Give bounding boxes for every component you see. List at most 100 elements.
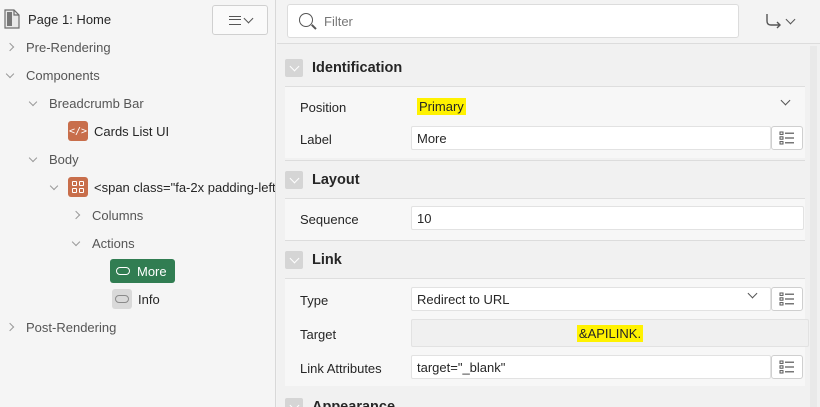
- label-label: Label: [300, 132, 332, 147]
- section-link-header[interactable]: Link: [285, 243, 805, 277]
- tree-node-actions[interactable]: Actions: [70, 232, 135, 254]
- page-icon: [4, 9, 20, 29]
- section-divider: [285, 240, 805, 241]
- label-input[interactable]: More: [411, 126, 771, 150]
- expand-toggle[interactable]: [4, 36, 16, 58]
- collapse-section-toggle[interactable]: [285, 251, 303, 269]
- tree-node-label: Components: [26, 67, 100, 83]
- chevron-down-icon: [28, 97, 38, 106]
- type-quick-pick-button[interactable]: [771, 287, 803, 311]
- chevron-down-icon: [747, 288, 758, 299]
- tree-node-label: Info: [138, 291, 160, 307]
- tree-node-label: Pre-Rendering: [26, 39, 111, 55]
- chevron-right-icon: [71, 210, 81, 220]
- section-identification: Position Primary Label More: [285, 86, 805, 158]
- collapse-toggle[interactable]: [70, 232, 82, 254]
- chevron-right-icon: [5, 322, 15, 332]
- search-icon: [299, 13, 313, 27]
- section-title: Identification: [312, 60, 403, 76]
- chevron-down-icon: [289, 61, 299, 71]
- collapse-section-toggle[interactable]: [285, 398, 303, 407]
- tree-node-post-rendering[interactable]: Post-Rendering: [4, 316, 116, 338]
- expand-toggle[interactable]: [70, 204, 82, 226]
- chevron-right-icon: [5, 42, 15, 52]
- section-link: Type Redirect to URL Target &APILINK. Li…: [285, 278, 809, 386]
- chevron-down-icon: [71, 237, 81, 246]
- tree-node-label: Body: [49, 151, 79, 167]
- tree-node-label: <span class="fa-2x padding-left-r: [94, 179, 276, 195]
- tree-node-label: Breadcrumb Bar: [49, 95, 144, 111]
- rendering-tree: Page 1: Home Pre-Rendering Components Br…: [0, 0, 276, 407]
- page-header: Page 1: Home: [0, 0, 275, 40]
- target-link-builder[interactable]: &APILINK.: [411, 319, 809, 347]
- chevron-down-icon: [289, 173, 299, 183]
- tree-node-label: Columns: [92, 207, 144, 223]
- collapse-section-toggle[interactable]: [285, 171, 303, 189]
- link-attributes-input[interactable]: target="_blank": [411, 355, 771, 379]
- chevron-down-icon: [780, 95, 791, 106]
- goto-icon: [766, 14, 781, 29]
- section-layout: Sequence 10: [285, 198, 805, 240]
- sequence-input[interactable]: 10: [411, 206, 804, 230]
- collapse-section-toggle[interactable]: [285, 59, 303, 77]
- property-editor: Filter Identification Position Primary L…: [277, 0, 820, 407]
- link-attributes-label: Link Attributes: [300, 361, 382, 376]
- label-value: More: [417, 130, 447, 146]
- tree-node-components[interactable]: Components: [4, 64, 100, 86]
- chevron-down-icon: [785, 14, 796, 24]
- position-select[interactable]: Primary: [411, 94, 804, 118]
- tree-node-body[interactable]: Body: [27, 148, 79, 170]
- menu-icon: [228, 15, 241, 25]
- filter-input[interactable]: Filter: [287, 4, 739, 38]
- code-icon: </>: [68, 121, 88, 141]
- section-title: Appearance: [312, 399, 396, 407]
- tree-node-pre-rendering[interactable]: Pre-Rendering: [4, 36, 111, 58]
- collapse-toggle[interactable]: [27, 92, 39, 114]
- collapse-toggle[interactable]: [4, 64, 16, 86]
- tree-menu-button[interactable]: [212, 5, 268, 35]
- list-icon: [779, 131, 794, 145]
- vertical-scrollbar[interactable]: [810, 46, 817, 407]
- tree-node-columns[interactable]: Columns: [70, 204, 143, 226]
- target-label: Target: [300, 327, 337, 342]
- page-title[interactable]: Page 1: Home: [28, 12, 111, 27]
- sequence-label: Sequence: [300, 212, 359, 227]
- tree-node-more-selected[interactable]: More: [110, 259, 175, 283]
- list-icon: [779, 292, 794, 306]
- tree-node-label: Post-Rendering: [26, 319, 117, 335]
- label-quick-pick-button[interactable]: [771, 126, 803, 150]
- tree-node-label: Cards List UI: [94, 123, 170, 139]
- collapse-toggle[interactable]: [48, 176, 60, 198]
- filter-placeholder: Filter: [324, 14, 353, 29]
- type-value: Redirect to URL: [417, 291, 510, 307]
- type-select[interactable]: Redirect to URL: [411, 287, 771, 311]
- tree-node-cards-list-ui[interactable]: </> Cards List UI: [68, 120, 169, 142]
- sequence-value: 10: [417, 210, 432, 226]
- chevron-down-icon: [5, 69, 15, 78]
- link-attributes-value: target="_blank": [417, 359, 506, 375]
- chevron-down-icon: [289, 400, 299, 407]
- filter-bar: Filter: [277, 0, 820, 44]
- tree-node-info[interactable]: Info: [112, 288, 160, 310]
- tree-node-span-region[interactable]: <span class="fa-2x padding-left-r: [48, 176, 276, 198]
- position-value: Primary: [417, 97, 466, 115]
- chevron-down-icon: [289, 253, 299, 263]
- grid-icon: [68, 177, 88, 197]
- collapse-toggle[interactable]: [27, 148, 39, 170]
- section-appearance-header[interactable]: Appearance: [285, 390, 805, 407]
- link-attributes-quick-pick-button[interactable]: [771, 355, 803, 379]
- section-title: Layout: [312, 172, 360, 188]
- type-label: Type: [300, 293, 329, 308]
- expand-toggle[interactable]: [4, 316, 16, 338]
- list-icon: [779, 360, 794, 374]
- section-layout-header[interactable]: Layout: [285, 163, 805, 197]
- target-value: &APILINK.: [576, 324, 644, 342]
- tree-node-breadcrumb-bar[interactable]: Breadcrumb Bar: [27, 92, 144, 114]
- button-icon: [112, 289, 132, 309]
- section-identification-header[interactable]: Identification: [285, 51, 805, 85]
- tree-node-label: Actions: [92, 235, 135, 251]
- chevron-down-icon: [243, 13, 253, 23]
- tree-node-label: More: [137, 263, 167, 279]
- goto-group-button[interactable]: [765, 12, 799, 30]
- button-icon: [113, 261, 133, 281]
